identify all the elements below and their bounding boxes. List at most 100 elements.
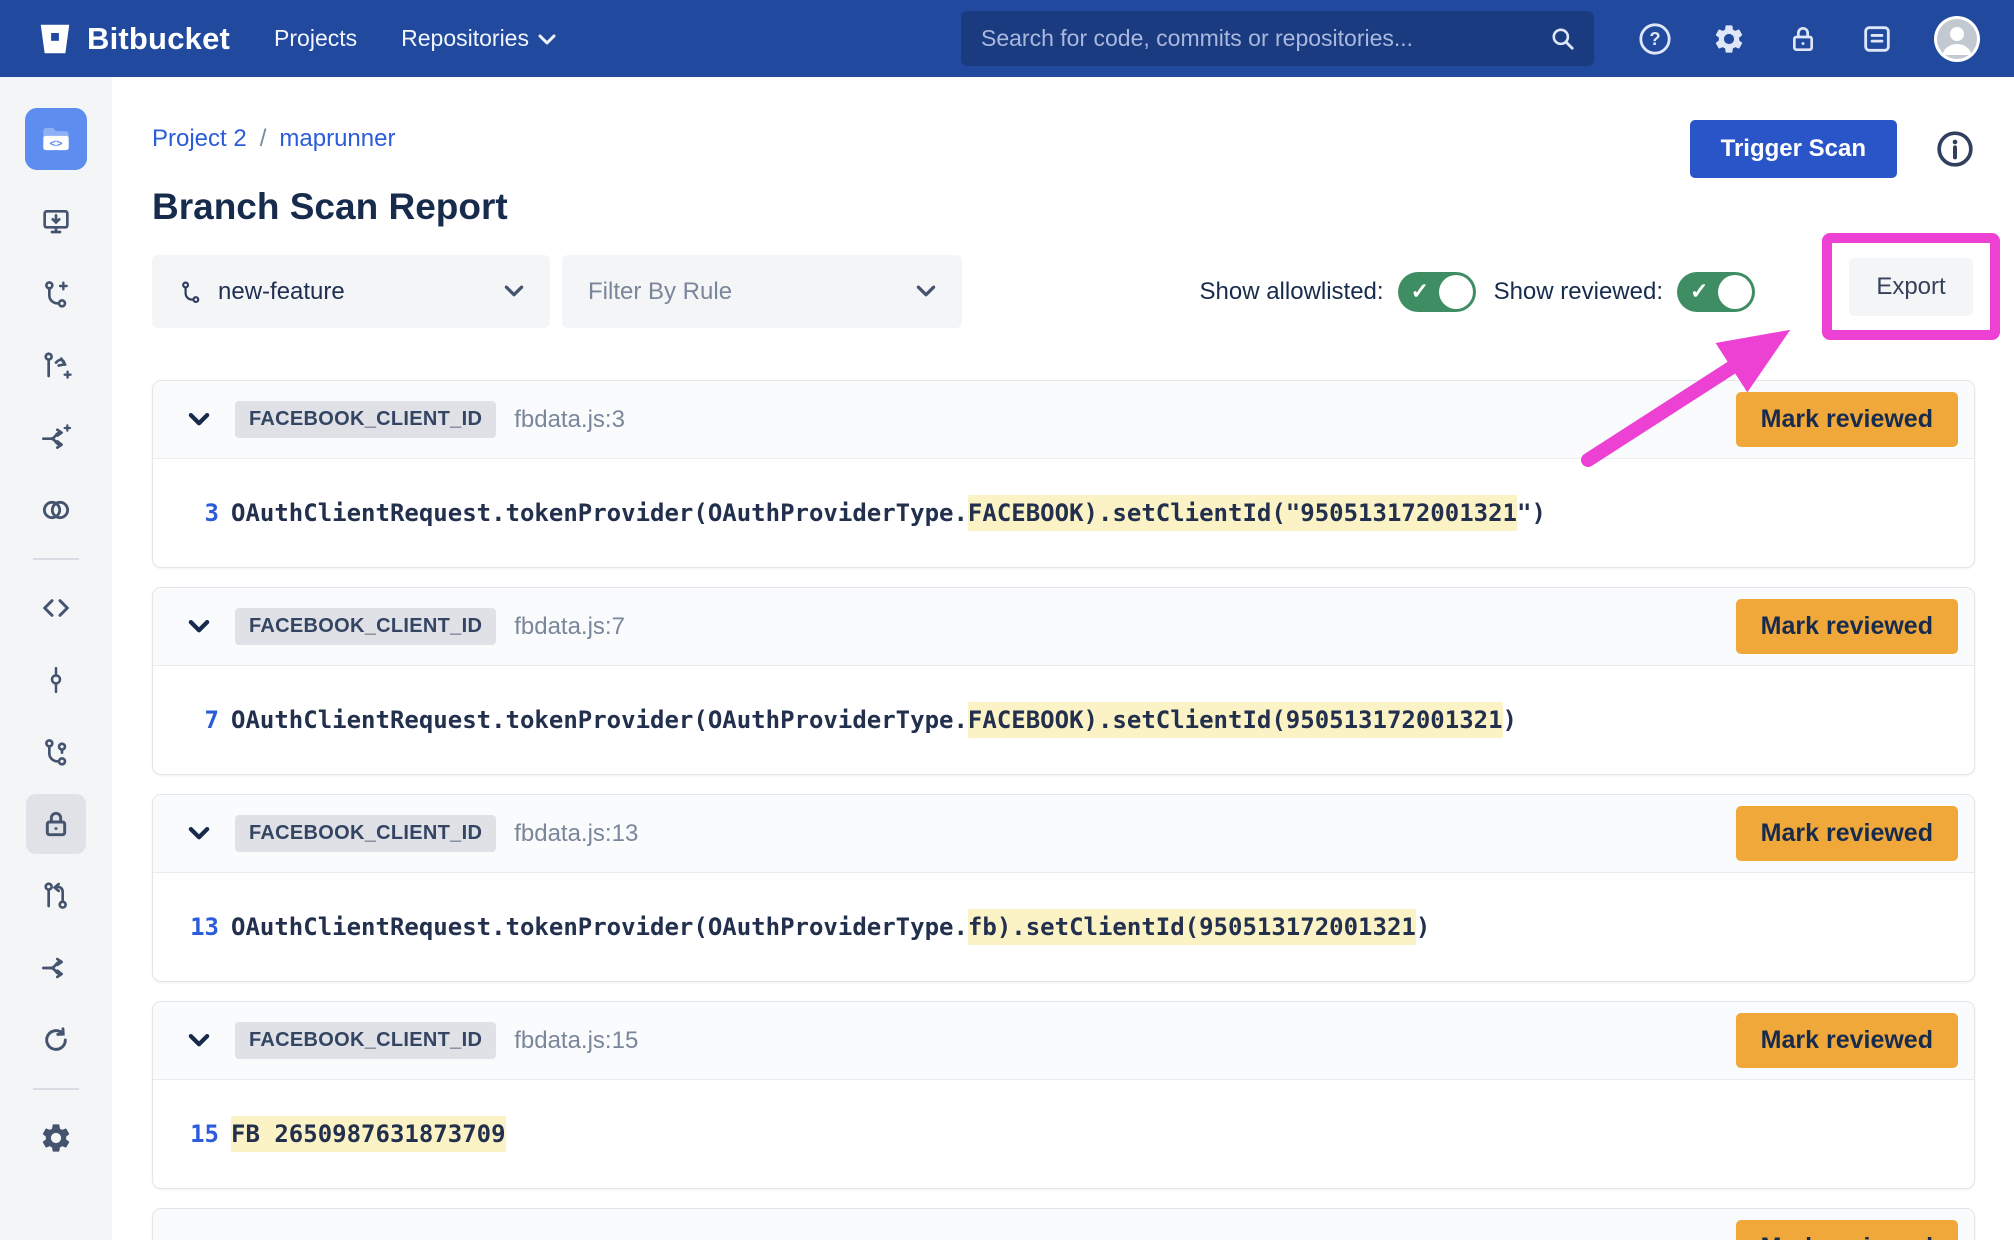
show-allowlisted-toggle[interactable]: ✓ [1398, 272, 1476, 312]
branch-scan-report-page: Bitbucket Projects Repositories ? [0, 0, 2014, 1240]
chevron-down-icon[interactable] [187, 619, 213, 634]
sidebar-item-create-pull-request[interactable] [20, 330, 92, 402]
chevron-down-icon[interactable] [187, 412, 213, 427]
finding-card: FACEBOOK_CLIENT_ID fbdata.js:3 Mark revi… [152, 380, 1975, 568]
branch-select[interactable]: new-feature [152, 255, 550, 328]
check-icon: ✓ [1411, 278, 1429, 304]
settings-icon[interactable] [1712, 22, 1746, 56]
sidebar-item-branches[interactable] [20, 716, 92, 788]
sidebar-item-commits[interactable] [20, 644, 92, 716]
feedback-icon[interactable] [1860, 22, 1894, 56]
repository-icon: <> [37, 120, 75, 158]
check-icon: ✓ [1690, 278, 1708, 304]
chevron-down-icon[interactable] [187, 826, 213, 841]
global-search[interactable] [961, 11, 1594, 66]
toggle-knob [1439, 275, 1473, 309]
show-allowlisted-label: Show allowlisted: [1199, 278, 1383, 306]
lock-icon[interactable] [1786, 22, 1820, 56]
sidebar-divider [33, 1088, 79, 1090]
code-line-number: 13 [153, 913, 219, 941]
export-button[interactable]: Export [1849, 258, 1972, 316]
chevron-down-icon [538, 34, 556, 46]
branch-icon [178, 279, 204, 305]
info-icon[interactable] [1935, 129, 1975, 169]
code-suffix: ") [1517, 499, 1546, 527]
commits-icon [41, 665, 71, 695]
chevron-down-icon [916, 285, 936, 298]
code-prefix: OAuthClientRequest.tokenProvider(OAuthPr… [231, 499, 968, 527]
nav-projects[interactable]: Projects [274, 25, 357, 52]
clone-icon [40, 206, 72, 238]
sidebar-item-settings[interactable] [20, 1102, 92, 1174]
filter-row: new-feature Filter By Rule Show allowlis… [152, 255, 1975, 328]
finding-card-header: Mark reviewed [153, 1209, 1974, 1240]
code-snippet: OAuthClientRequest.tokenProvider(OAuthPr… [231, 499, 1546, 527]
compare-icon [39, 493, 73, 527]
avatar[interactable] [1934, 16, 1980, 62]
finding-card-header: FACEBOOK_CLIENT_ID fbdata.js:13 Mark rev… [153, 795, 1974, 873]
breadcrumb-project-link[interactable]: Project 2 [152, 125, 247, 153]
code-line-number: 3 [153, 499, 219, 527]
code-suffix: ) [1503, 706, 1517, 734]
sidebar-item-source[interactable] [20, 572, 92, 644]
svg-text:<>: <> [49, 137, 63, 150]
finding-card-body: 3 OAuthClientRequest.tokenProvider(OAuth… [153, 459, 1974, 567]
finding-location: fbdata.js:7 [514, 613, 625, 641]
finding-card-header: FACEBOOK_CLIENT_ID fbdata.js:7 Mark revi… [153, 588, 1974, 666]
forks-icon [40, 952, 72, 984]
rule-badge: FACEBOOK_CLIENT_ID [235, 401, 496, 438]
svg-text:?: ? [1649, 28, 1660, 49]
page-title: Branch Scan Report [152, 186, 1975, 228]
finding-card-body: 13 OAuthClientRequest.tokenProvider(OAut… [153, 873, 1974, 981]
sidebar-item-security-active[interactable] [20, 788, 92, 860]
breadcrumb-separator: / [260, 125, 267, 153]
mark-reviewed-button[interactable]: Mark reviewed [1736, 1013, 1958, 1068]
breadcrumb-repo-link[interactable]: maprunner [279, 125, 395, 153]
mark-reviewed-button[interactable]: Mark reviewed [1736, 392, 1958, 447]
help-icon[interactable]: ? [1638, 22, 1672, 56]
sidebar-item-repository-active[interactable]: <> [25, 108, 87, 170]
sidebar-item-create-branch[interactable] [20, 258, 92, 330]
show-reviewed-toggle[interactable]: ✓ [1677, 272, 1755, 312]
sidebar-item-fork-plus[interactable] [20, 402, 92, 474]
pull-requests-icon [40, 880, 72, 912]
finding-location: fbdata.js:15 [514, 1027, 638, 1055]
code-prefix: OAuthClientRequest.tokenProvider(OAuthPr… [231, 706, 968, 734]
chevron-down-icon[interactable] [187, 1033, 213, 1048]
code-suffix: ) [1416, 913, 1430, 941]
finding-location: fbdata.js:3 [514, 406, 625, 434]
sidebar-item-sync[interactable] [20, 1004, 92, 1076]
security-lock-icon [40, 808, 72, 840]
code-line-number: 15 [153, 1120, 219, 1148]
mark-reviewed-button[interactable]: Mark reviewed [1736, 599, 1958, 654]
finding-card: FACEBOOK_CLIENT_ID fbdata.js:15 Mark rev… [152, 1001, 1975, 1189]
mark-reviewed-button[interactable]: Mark reviewed [1736, 1220, 1958, 1240]
trigger-scan-button[interactable]: Trigger Scan [1690, 120, 1897, 178]
code-prefix: OAuthClientRequest.tokenProvider(OAuthPr… [231, 913, 968, 941]
search-input[interactable] [981, 25, 1550, 52]
sidebar-item-forks[interactable] [20, 932, 92, 1004]
finding-card-body: 15 FB 2650987631873709 [153, 1080, 1974, 1188]
sidebar-divider [33, 558, 79, 560]
toggle-group: Show allowlisted: ✓ Show reviewed: ✓ [1199, 272, 1759, 312]
code-highlighted-secret: FACEBOOK).setClientId("950513172001321 [968, 495, 1517, 531]
bitbucket-logo[interactable]: Bitbucket [37, 21, 230, 57]
finding-card-body: 7 OAuthClientRequest.tokenProvider(OAuth… [153, 666, 1974, 774]
brand-name: Bitbucket [87, 21, 230, 57]
sidebar-item-compare[interactable] [20, 474, 92, 546]
rule-badge: FACEBOOK_CLIENT_ID [235, 815, 496, 852]
create-pull-request-icon [40, 350, 72, 382]
mark-reviewed-button[interactable]: Mark reviewed [1736, 806, 1958, 861]
sidebar-item-clone[interactable] [20, 186, 92, 258]
settings-icon [39, 1121, 73, 1155]
code-highlighted-secret: fb).setClientId(950513172001321 [968, 909, 1416, 945]
sidebar-item-pull-requests[interactable] [20, 860, 92, 932]
finding-card: Mark reviewed [152, 1208, 1975, 1240]
code-snippet: FB 2650987631873709 [231, 1120, 506, 1148]
nav-repositories[interactable]: Repositories [401, 25, 556, 52]
rule-filter-select[interactable]: Filter By Rule [562, 255, 962, 328]
findings-list: FACEBOOK_CLIENT_ID fbdata.js:3 Mark revi… [152, 380, 1975, 1240]
code-highlighted-secret: FACEBOOK).setClientId(950513172001321 [968, 702, 1503, 738]
main-content: Project 2 / maprunner Trigger Scan Branc… [112, 77, 2014, 1240]
finding-card-header: FACEBOOK_CLIENT_ID fbdata.js:15 Mark rev… [153, 1002, 1974, 1080]
